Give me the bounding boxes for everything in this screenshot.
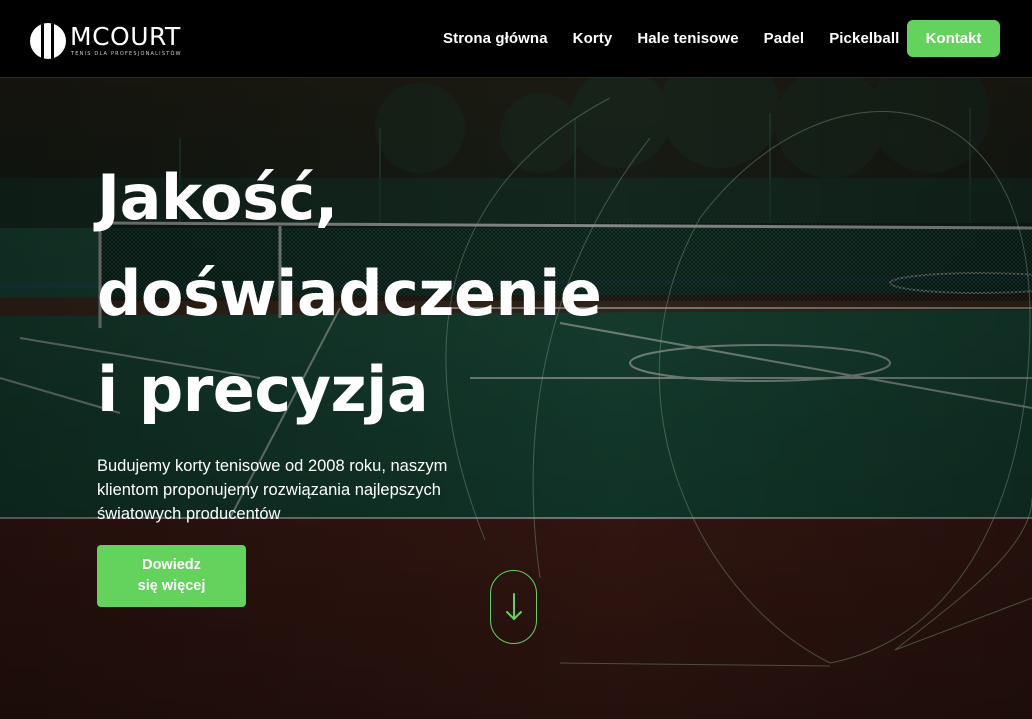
nav-item-home[interactable]: Strona główna [443,30,548,47]
nav-item-tennis-halls[interactable]: Hale tenisowe [637,30,738,47]
learn-more-label-line: się więcej [137,578,206,594]
main-nav: Strona główna Korty Hale tenisowe Padel … [443,0,924,77]
hero-title-line: Jakość, [97,161,338,234]
learn-more-label-line: Dowiedz [142,557,201,573]
logo-name: MCOURT [70,22,181,51]
hero-title: Jakość, doświadczenie i precyzja [97,150,602,438]
scroll-down-button[interactable] [490,570,537,644]
contact-button[interactable]: Kontakt [907,20,1000,57]
nav-item-padel[interactable]: Padel [764,30,805,47]
nav-item-pickleball[interactable]: Pickelball [829,30,899,47]
arrow-down-icon [505,593,522,620]
nav-item-courts[interactable]: Korty [573,30,613,47]
site-header: MCOURT TENIS DLA PROFESJONALISTÓW Strona… [0,0,1032,78]
hero-title-line: doświadczenie [97,257,602,330]
logo-icon [30,23,66,59]
hero-title-line: i precyzja [97,353,429,426]
logo-tagline: TENIS DLA PROFESJONALISTÓW [71,51,182,57]
hero-section: Jakość, doświadczenie i precyzja Budujem… [0,78,1032,719]
hero-description: Budujemy korty tenisowe od 2008 roku, na… [97,457,448,523]
logo[interactable]: MCOURT TENIS DLA PROFESJONALISTÓW [30,22,182,60]
learn-more-button[interactable]: Dowiedz się więcej [97,545,246,607]
